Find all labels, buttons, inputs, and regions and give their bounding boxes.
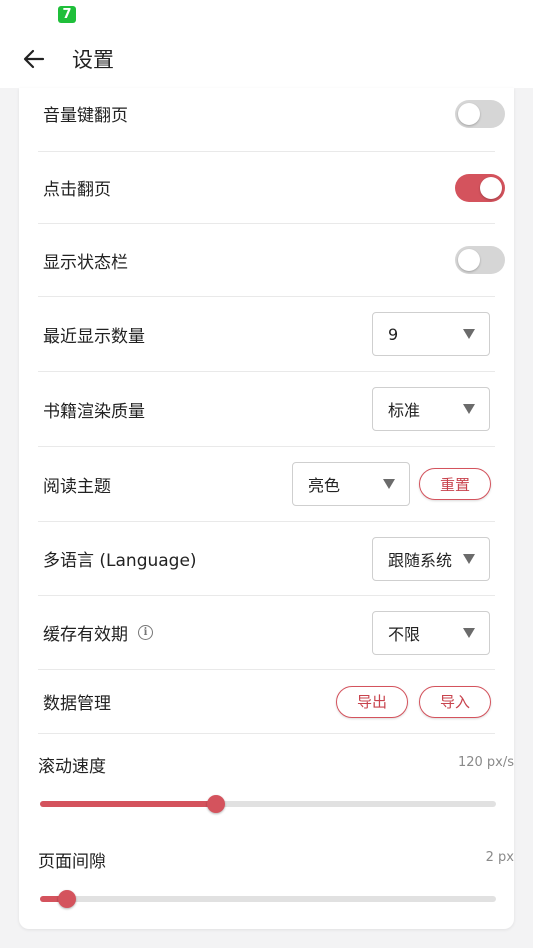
back-button[interactable] — [14, 39, 54, 79]
status-bar-label: 显示状态栏 — [43, 252, 128, 273]
reset-theme-button[interactable]: 重置 — [419, 468, 491, 500]
dropdown-arrow-icon — [463, 329, 475, 339]
export-button[interactable]: 导出 — [336, 685, 408, 718]
volume-key-toggle[interactable] — [455, 99, 505, 128]
setting-row-status-bar: 显示状态栏 — [38, 224, 505, 297]
setting-row-reading-theme: 阅读主题 亮色 重置 — [38, 447, 495, 522]
setting-row-volume-key: 音量键翻页 — [38, 76, 505, 152]
setting-row-recent-count: 最近显示数量 9 — [38, 297, 495, 372]
reading-theme-label: 阅读主题 — [43, 476, 111, 497]
language-label: 多语言 (Language) — [43, 551, 197, 571]
status-bar-toggle[interactable] — [455, 246, 505, 274]
tap-page-label: 点击翻页 — [43, 180, 111, 200]
info-icon[interactable]: i — [138, 625, 153, 640]
scroll-speed-value: 120 px/s — [457, 755, 514, 770]
cache-expiry-label: 缓存有效期 — [43, 625, 128, 645]
page-title: 设置 — [72, 48, 114, 72]
setting-row-data-management: 数据管理 导出 导入 — [38, 670, 495, 734]
page-gap-value: 2 px — [485, 850, 514, 865]
dropdown-arrow-icon — [463, 627, 475, 638]
scroll-speed-section: 滚动速度 120 px/s — [38, 752, 514, 822]
data-management-label: 数据管理 — [43, 694, 111, 714]
setting-row-language: 多语言 (Language) 跟随系统 — [38, 522, 495, 596]
cache-expiry-label-group: 缓存有效期 i — [43, 620, 153, 645]
page-gap-label: 页面间隙 — [38, 852, 106, 872]
app-notification-icon: 7 — [58, 6, 76, 23]
render-quality-select[interactable]: 标准 — [372, 387, 490, 431]
scroll-speed-slider[interactable] — [40, 795, 496, 813]
slider-fill — [40, 801, 217, 807]
setting-row-tap-page: 点击翻页 — [38, 152, 505, 224]
volume-key-label: 音量键翻页 — [43, 106, 128, 126]
reading-theme-select[interactable]: 亮色 — [292, 462, 410, 506]
language-value: 跟随系统 — [388, 550, 453, 570]
render-quality-label: 书籍渲染质量 — [43, 401, 145, 422]
recent-count-select[interactable]: 9 — [372, 312, 490, 356]
render-quality-value: 标准 — [388, 401, 421, 420]
toggle-knob — [458, 249, 480, 271]
slider-thumb[interactable] — [58, 890, 77, 908]
recent-count-label: 最近显示数量 — [43, 326, 145, 347]
page-gap-section: 页面间隙 2 px — [38, 847, 514, 917]
dropdown-arrow-icon — [383, 479, 395, 489]
tap-page-toggle[interactable] — [455, 173, 505, 202]
setting-row-cache-expiry: 缓存有效期 i 不限 — [38, 596, 495, 670]
dropdown-arrow-icon — [463, 553, 475, 564]
cache-expiry-select[interactable]: 不限 — [372, 610, 490, 655]
recent-count-value: 9 — [388, 324, 399, 344]
status-bar: 7 — [0, 0, 533, 30]
dropdown-arrow-icon — [463, 404, 475, 414]
import-button[interactable]: 导入 — [419, 685, 491, 718]
scroll-speed-label: 滚动速度 — [38, 757, 106, 777]
toggle-knob — [458, 102, 480, 125]
slider-thumb[interactable] — [207, 795, 226, 813]
setting-row-render-quality: 书籍渲染质量 标准 — [38, 372, 495, 447]
page-gap-slider[interactable] — [40, 890, 496, 908]
reading-theme-value: 亮色 — [308, 476, 341, 495]
cache-expiry-value: 不限 — [388, 624, 421, 644]
toggle-knob — [480, 176, 502, 199]
arrow-left-icon — [23, 49, 45, 69]
language-select[interactable]: 跟随系统 — [372, 536, 490, 581]
settings-card: 音量键翻页 点击翻页 显示状态栏 最近显示数量 9 书籍渲染质量 标准 阅读主题… — [19, 88, 514, 929]
